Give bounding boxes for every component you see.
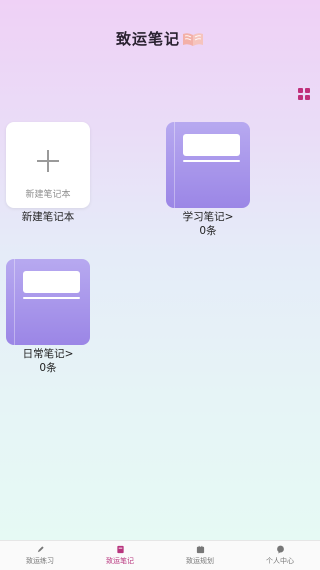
page-title: 致运笔记 [116, 28, 204, 49]
grid-view-icon[interactable] [298, 88, 310, 100]
plus-icon [37, 150, 59, 172]
notebook-name: 学习笔记> [182, 211, 234, 223]
tab-practice[interactable]: 致运练习 [0, 541, 80, 570]
new-notebook-inner-label: 新建笔记本 [25, 190, 71, 200]
notebook-count: 0条 [39, 362, 57, 374]
tab-notes[interactable]: 致运笔记 [80, 541, 160, 570]
notebook-spine [174, 122, 175, 208]
notebook-card-daily[interactable] [6, 259, 90, 345]
page-title-text: 致运笔记 [115, 30, 180, 48]
notebook-count: 0条 [199, 225, 217, 237]
bottom-tab-bar: 致运练习 致运笔记 致运规划 个人中心 [0, 540, 320, 570]
new-notebook-card[interactable]: 新建笔记本 [6, 122, 90, 208]
open-book-icon [183, 32, 203, 46]
tab-label: 致运练习 [26, 557, 54, 565]
tab-label: 致运笔记 [106, 557, 134, 565]
tab-plan[interactable]: 致运规划 [160, 541, 240, 570]
notebook-label-plate [23, 271, 80, 293]
tab-label: 个人中心 [266, 557, 294, 565]
chat-bubble-icon [276, 545, 284, 554]
tab-label: 致运规划 [186, 557, 214, 565]
new-notebook-caption[interactable]: 新建笔记本 [6, 210, 90, 224]
notebook-caption-study[interactable]: 学习笔记> 0条 [166, 210, 250, 238]
notebook-spine [14, 259, 15, 345]
tab-profile[interactable]: 个人中心 [240, 541, 320, 570]
plan-icon [196, 545, 204, 554]
pencil-icon [37, 546, 44, 553]
notebook-line [23, 297, 80, 299]
notebook-line [183, 160, 240, 162]
notebook-name: 日常笔记> [22, 348, 74, 360]
notebook-card-study[interactable] [166, 122, 250, 208]
notebook-icon [116, 545, 124, 554]
notebook-caption-daily[interactable]: 日常笔记> 0条 [6, 347, 90, 375]
notebook-label-plate [183, 134, 240, 156]
page-header: 致运笔记 [0, 28, 320, 49]
